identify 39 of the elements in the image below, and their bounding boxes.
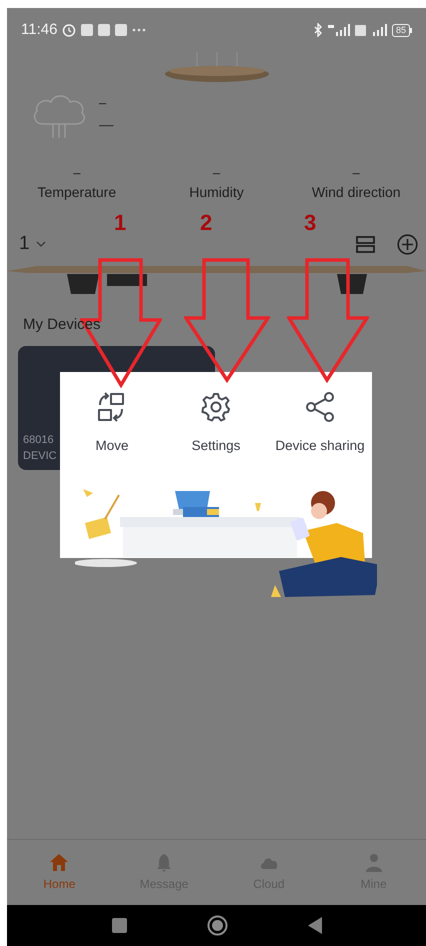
weather-value: ––: [99, 116, 114, 134]
chevron-down-icon: [36, 240, 46, 248]
bluetooth-icon: [314, 23, 323, 37]
device-id: 68016: [23, 433, 54, 448]
signal-icon: [370, 24, 387, 36]
status-time: 11:46: [21, 20, 58, 40]
stat-value: –: [73, 164, 80, 182]
share-icon: [305, 392, 335, 422]
popup-action[interactable]: Device sharing: [268, 392, 372, 456]
settings-icon: [201, 392, 231, 422]
annotation-number: 3: [304, 209, 316, 237]
recent-apps-icon[interactable]: [112, 918, 126, 933]
notification-icon: [115, 24, 128, 36]
more-icon: [132, 28, 146, 32]
notification-icon: [81, 24, 94, 36]
sim-icon: [354, 24, 366, 36]
popup-action[interactable]: Settings: [164, 392, 268, 456]
list-view-icon[interactable]: [356, 236, 375, 252]
popup-action[interactable]: Move: [60, 392, 164, 456]
stat-value: –: [352, 164, 360, 182]
stat-label: Temperature: [38, 183, 116, 202]
alarm-icon: [62, 23, 76, 37]
add-icon[interactable]: [397, 234, 418, 254]
move-icon: [97, 392, 127, 422]
stat-value: –: [212, 164, 220, 182]
notification-icon: [98, 24, 110, 36]
home-selector[interactable]: 1: [19, 230, 46, 258]
signal-icon: [328, 24, 350, 36]
weather-value: –: [99, 94, 108, 112]
stat-label: Humidity: [189, 183, 244, 202]
home-button-icon[interactable]: [206, 915, 228, 936]
annotation-number: 2: [200, 209, 212, 237]
annotation-number: 1: [114, 209, 126, 237]
back-icon[interactable]: [308, 917, 322, 934]
device-name: DEVIC: [23, 449, 57, 464]
stat-label: Wind direction: [312, 183, 401, 202]
battery-indicator: 85: [392, 24, 412, 36]
person-icon: [364, 852, 384, 872]
home-icon: [49, 852, 70, 872]
